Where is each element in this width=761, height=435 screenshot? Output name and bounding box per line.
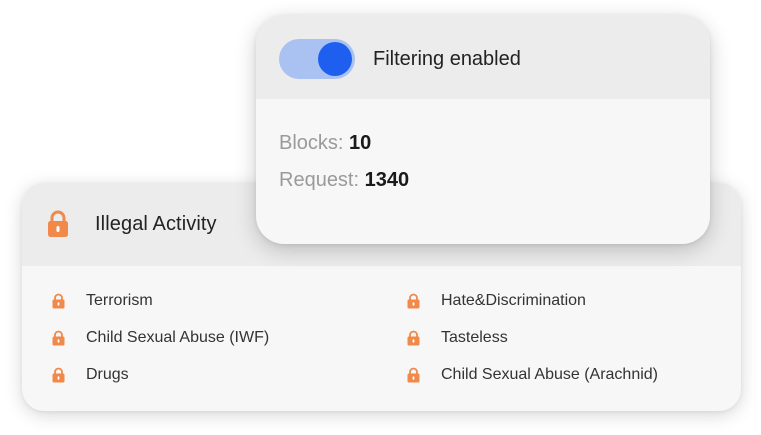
blocks-label: Blocks: [279, 132, 344, 154]
rule-label: Child Sexual Abuse (Arachnid) [441, 366, 659, 383]
rule-label: Terrorism [86, 292, 153, 309]
lock-icon [48, 210, 68, 237]
lock-icon [52, 293, 65, 309]
blocks-stat: Blocks: 10 [279, 132, 371, 155]
rule-item-terrorism[interactable]: Terrorism [52, 289, 153, 313]
rule-item-child-sexual-abuse-iwf[interactable]: Child Sexual Abuse (IWF) [52, 326, 269, 350]
filter-card: Filtering enabled Blocks: 10 Request: 13… [256, 15, 710, 244]
requests-label: Request: [279, 169, 360, 191]
toggle-knob [318, 42, 352, 76]
filter-title: Filtering enabled [373, 48, 521, 70]
lock-icon [407, 330, 420, 346]
rule-label: Tasteless [441, 329, 508, 346]
lock-icon [407, 293, 420, 309]
rule-label: Hate&Discrimination [441, 292, 586, 309]
blocks-value: 10 [349, 132, 372, 154]
lock-icon [407, 367, 420, 383]
rule-label: Drugs [86, 366, 129, 383]
requests-stat: Request: 1340 [279, 169, 409, 192]
category-title: Illegal Activity [95, 213, 217, 235]
lock-icon [52, 367, 65, 383]
rule-item-drugs[interactable]: Drugs [52, 363, 129, 387]
rule-label: Child Sexual Abuse (IWF) [86, 329, 270, 346]
rule-list: Terrorism Child Sexual Abuse (IWF) Drugs [22, 266, 741, 411]
filtering-toggle[interactable] [279, 39, 355, 79]
rule-item-child-sexual-abuse-arachnid[interactable]: Child Sexual Abuse (Arachnid) [407, 363, 658, 387]
rule-item-tasteless[interactable]: Tasteless [407, 326, 508, 350]
rule-item-hate-discrimination[interactable]: Hate&Discrimination [407, 289, 586, 313]
lock-icon [52, 330, 65, 346]
filter-header: Filtering enabled [256, 15, 710, 99]
requests-value: 1340 [364, 169, 410, 191]
